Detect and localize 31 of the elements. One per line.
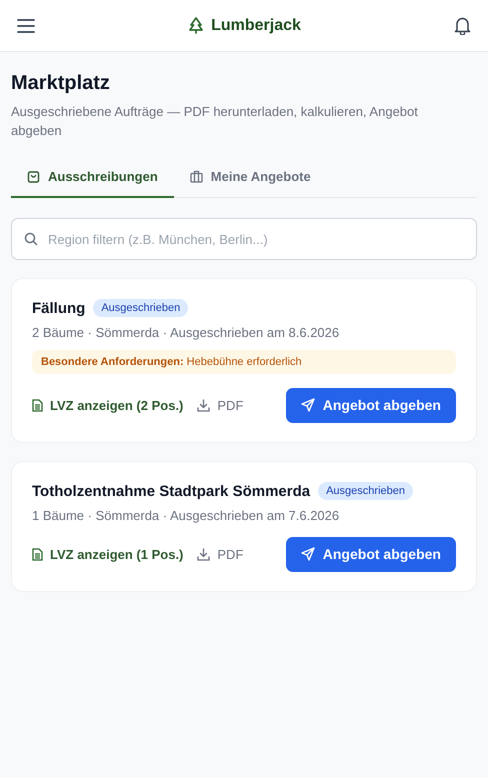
send-icon (300, 398, 315, 412)
tender-details: 2 Bäume · Sömmerda · Ausgeschrieben am 8.6.2026 (32, 325, 340, 340)
pdf-link[interactable]: PDF (197, 547, 244, 562)
page-title: Marktplatz (11, 72, 111, 95)
search-icon (24, 232, 38, 246)
menu-icon[interactable] (17, 18, 35, 32)
send-icon (300, 547, 315, 561)
tab[interactable]: Ausschreibungen (11, 159, 174, 198)
tender-title: Fällung (32, 300, 86, 316)
status-badge: Ausgeschrieben (93, 299, 188, 317)
submit-offer-button[interactable]: Angebot abgeben (286, 388, 456, 423)
app-title: Lumberjack (211, 16, 301, 34)
tender-details: 1 Bäume · Sömmerda · Ausgeschrieben am 7.6.2026 (32, 508, 340, 523)
document-icon (32, 548, 43, 561)
requirements-note: Besondere Anforderungen: Hebebühne erforderlich (32, 350, 456, 374)
pdf-link[interactable]: PDF (197, 398, 244, 413)
lvz-link[interactable]: LVZ anzeigen (1 Pos.) (32, 547, 184, 562)
document-icon (32, 399, 43, 412)
shopping-bag-icon (27, 170, 40, 183)
download-icon (197, 548, 210, 561)
download-icon (197, 399, 210, 412)
briefcase-icon (190, 170, 203, 183)
tender-title: Totholzentnahme Stadtpark Sömmerda (32, 482, 310, 500)
search-field[interactable]: Region filtern (z.B. München, Berlin...) (11, 218, 477, 260)
tab[interactable]: Meine Angebote (174, 159, 327, 198)
page-subtitle: Ausgeschriebene Aufträge — PDF herunterladen, kalkulieren, Angebot abgeben (11, 103, 419, 140)
bell-icon[interactable] (454, 16, 471, 35)
lvz-link[interactable]: LVZ anzeigen (2 Pos.) (32, 398, 184, 413)
status-badge: Ausgeschrieben (318, 482, 413, 500)
tree-icon (188, 17, 204, 34)
submit-offer-button[interactable]: Angebot abgeben (286, 537, 456, 572)
